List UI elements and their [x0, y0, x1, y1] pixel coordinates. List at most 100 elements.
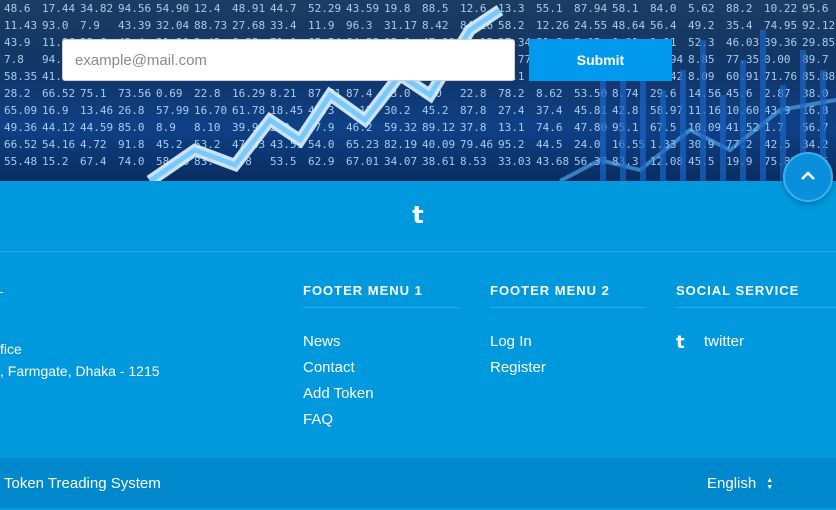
ticker-digit: 74.0 — [118, 155, 145, 168]
ticker-digit: 49.2 — [688, 19, 715, 32]
ticker-digit: 87.8 — [460, 104, 487, 117]
ticker-digit: 87.4 — [346, 87, 373, 100]
address-title-divider — [0, 292, 3, 293]
footer: t fice , Farmgate, Dhaka - 1215 FOOTER M… — [0, 181, 836, 458]
ticker-digit: 8.62 — [536, 87, 563, 100]
ticker-digit: 61.78 — [232, 104, 265, 117]
ticker-digit: 16.9 — [42, 104, 69, 117]
ticker-digit: 7.9 — [80, 19, 100, 32]
ticker-digit: 13.1 — [498, 121, 525, 134]
ticker-digit: 71.76 — [764, 70, 797, 83]
ticker-digit: 0.00 — [764, 53, 791, 66]
language-select[interactable]: English ▲ ▼ — [707, 458, 773, 510]
bottom-bar: Token Treading System English ▲ ▼ — [0, 458, 836, 508]
ticker-digit: 43.68 — [536, 155, 569, 168]
ticker-digit: 67.4 — [80, 155, 107, 168]
footer-link-contact[interactable]: Contact — [303, 355, 374, 381]
email-input[interactable] — [62, 39, 515, 81]
ticker-digit: 5.62 — [688, 2, 715, 15]
select-arrows-icon: ▲ ▼ — [766, 477, 774, 491]
ticker-digit: 74.6 — [536, 121, 563, 134]
ticker-digit: 58.35 — [4, 70, 37, 83]
ticker-digit: 11.43 — [4, 19, 37, 32]
ticker-digit: 31.17 — [384, 19, 417, 32]
ticker-digit: 66.52 — [4, 138, 37, 151]
footer-menu-1: News Contact Add Token FAQ — [303, 329, 374, 433]
ticker-digit: 55.1 — [536, 2, 563, 15]
ticker-digit: 85.88 — [802, 70, 835, 83]
ticker-digit: 95.6 — [802, 2, 829, 15]
ticker-digit: 57.99 — [156, 104, 189, 117]
ticker-digit: 91.8 — [118, 138, 145, 151]
address-line-2: , Farmgate, Dhaka - 1215 — [0, 363, 160, 379]
ticker-digit: 52.29 — [308, 2, 341, 15]
ticker-digit: 88.2 — [726, 2, 753, 15]
ticker-digit: 27.4 — [498, 104, 525, 117]
ticker-digit: 34.82 — [80, 2, 113, 15]
hero-banner: 48.6 11.43 43.9 7.8 58.35 28.2 65.09 49.36 66.52… — [0, 0, 836, 181]
ticker-digit: 29.85 — [802, 36, 835, 49]
ticker-digit: 95.2 — [498, 138, 525, 151]
ticker-digit: 53.5 — [270, 155, 297, 168]
ticker-digit: 2.87 — [764, 87, 791, 100]
footer-link-news[interactable]: News — [303, 329, 374, 355]
ticker-digit: 43.59 — [346, 2, 379, 15]
language-label: English — [707, 475, 757, 492]
ticker-digit: 33.4 — [270, 19, 297, 32]
ticker-digit: 16.70 — [194, 104, 227, 117]
chevron-up-icon — [801, 168, 815, 186]
ticker-digit: 74.95 — [764, 19, 797, 32]
ticker-digit: 28.2 — [4, 87, 31, 100]
ticker-digit: 67.01 — [346, 155, 379, 168]
ticker-digit: 37.4 — [536, 104, 563, 117]
ticker-digit: 8.42 — [422, 19, 449, 32]
ticker-digit: 34.07 — [384, 155, 417, 168]
ticker-digit: 93.0 — [42, 19, 69, 32]
ticker-digit: 65.23 — [346, 138, 379, 151]
ticker-digit: 12.26 — [536, 19, 569, 32]
ticker-digit: 19.8 — [384, 2, 411, 15]
ticker-digit: 44.7 — [270, 2, 297, 15]
ticker-digit: 43.39 — [118, 19, 151, 32]
social-link-label: twitter — [704, 333, 745, 350]
tumblr-logo-icon[interactable]: t — [412, 201, 423, 229]
ticker-digit: 75.1 — [80, 87, 107, 100]
ticker-digit: 73.56 — [118, 87, 151, 100]
ticker-digit: 24.0 — [574, 138, 601, 151]
ticker-digit: 46.03 — [726, 36, 759, 49]
ticker-digit: 24.55 — [574, 19, 607, 32]
ticker-digit: 45.2 — [422, 104, 449, 117]
footer-link-faq[interactable]: FAQ — [303, 407, 374, 433]
scroll-top-button[interactable] — [783, 152, 833, 202]
ticker-digit: 85.0 — [118, 121, 145, 134]
social-link-twitter[interactable]: t twitter — [676, 329, 744, 355]
ticker-digit: 19.9 — [726, 155, 753, 168]
address-line-1: fice — [0, 341, 22, 357]
ticker-digit: 78.2 — [498, 87, 525, 100]
footer-link-register[interactable]: Register — [490, 355, 546, 381]
footer-link-login[interactable]: Log In — [490, 329, 546, 355]
ticker-digit: 87.94 — [574, 2, 607, 15]
ticker-digit: 42.5 — [764, 138, 791, 151]
ticker-digit: 26.8 — [118, 104, 145, 117]
ticker-digit: 13.46 — [80, 104, 113, 117]
ticker-digit: 62.9 — [308, 155, 335, 168]
ticker-digit: 58.2 — [498, 19, 525, 32]
tumblr-icon: t — [676, 331, 685, 353]
copyright-text: Token Treading System — [4, 475, 161, 492]
ticker-digit: 8.53 — [460, 155, 487, 168]
ticker-digit: 40.09 — [422, 138, 455, 151]
ticker-digit: 0.69 — [156, 87, 183, 100]
ticker-digit: 32.04 — [156, 19, 189, 32]
ticker-digit: 82.19 — [384, 138, 417, 151]
ticker-digit: 55.48 — [4, 155, 37, 168]
ticker-digit: 22.8 — [460, 87, 487, 100]
ticker-digit: 94.56 — [118, 2, 151, 15]
footer-link-add-token[interactable]: Add Token — [303, 381, 374, 407]
ticker-digit: 8.10 — [194, 121, 221, 134]
ticker-digit: 8.9 — [156, 121, 176, 134]
submit-button[interactable]: Submit — [529, 39, 672, 81]
ticker-digit: 92.12 — [802, 19, 835, 32]
ticker-digit: 16.29 — [232, 87, 265, 100]
footer-menu-1-title: FOOTER MENU 1 — [303, 283, 459, 308]
